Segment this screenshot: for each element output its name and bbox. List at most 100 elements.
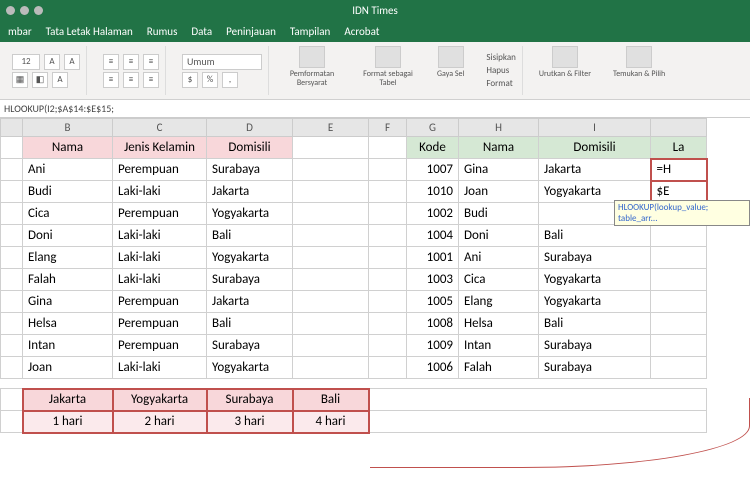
cell[interactable] (293, 159, 369, 181)
align-top-button[interactable]: ≡ (103, 54, 119, 70)
cell[interactable]: Surabaya (539, 335, 651, 357)
cell[interactable]: Helsa (23, 313, 113, 335)
cell[interactable]: Jakarta (207, 291, 293, 313)
max-dot[interactable] (34, 6, 43, 15)
col-header[interactable]: D (207, 119, 293, 137)
cell[interactable]: Falah (459, 357, 539, 379)
percent-button[interactable]: % (202, 72, 218, 88)
menu-item[interactable]: mbar (8, 25, 32, 38)
right-header-dom[interactable]: Domisili (539, 137, 651, 159)
cell[interactable]: Gina (23, 291, 113, 313)
cell[interactable]: Elang (459, 291, 539, 313)
cell[interactable] (1, 269, 23, 291)
cell[interactable]: Cica (23, 203, 113, 225)
col-header[interactable]: H (459, 119, 539, 137)
cell[interactable]: Doni (459, 225, 539, 247)
align-mid-button[interactable]: ≡ (123, 54, 139, 70)
cell[interactable] (1, 203, 23, 225)
col-header[interactable] (651, 119, 707, 137)
cell[interactable] (369, 357, 407, 379)
cell[interactable] (1, 335, 23, 357)
number-format-select[interactable]: Umum (182, 54, 262, 70)
fill-color-button[interactable]: ◧ (32, 72, 48, 88)
cell[interactable] (651, 247, 707, 269)
ribbon-cell-style[interactable]: Gaya Sel (431, 46, 470, 79)
cell[interactable] (369, 159, 407, 181)
cell[interactable] (369, 291, 407, 313)
align-left-button[interactable]: ≡ (103, 72, 119, 88)
cell[interactable]: Laki-laki (113, 247, 207, 269)
menu-item[interactable]: Tampilan (290, 25, 330, 38)
right-header-lama[interactable]: La (651, 137, 707, 159)
menu-item[interactable]: Acrobat (344, 25, 379, 38)
cell[interactable]: Perempuan (113, 313, 207, 335)
cell[interactable]: Jakarta (539, 159, 651, 181)
cell[interactable]: Elang (23, 247, 113, 269)
cell[interactable]: Joan (459, 181, 539, 203)
cell[interactable] (651, 291, 707, 313)
lookup-value[interactable]: 1 hari (23, 411, 113, 433)
cell[interactable] (293, 203, 369, 225)
cell[interactable]: Bali (207, 313, 293, 335)
col-header[interactable]: G (407, 119, 459, 137)
cell[interactable] (293, 181, 369, 203)
lookup-header[interactable]: Jakarta (23, 389, 113, 411)
cell[interactable]: Budi (459, 203, 539, 225)
cell[interactable] (369, 181, 407, 203)
cell[interactable] (1, 357, 23, 379)
align-bot-button[interactable]: ≡ (143, 54, 159, 70)
align-center-button[interactable]: ≡ (123, 72, 139, 88)
cell[interactable]: Laki-laki (113, 225, 207, 247)
left-header-jk[interactable]: Jenis Kelamin (113, 137, 207, 159)
cell[interactable]: Laki-laki (113, 357, 207, 379)
lookup-header[interactable]: Surabaya (207, 389, 293, 411)
cell[interactable]: Yogyakarta (207, 247, 293, 269)
ribbon-find[interactable]: Temukan & Pilih (607, 46, 671, 79)
currency-button[interactable]: $ (182, 72, 198, 88)
lookup-header[interactable]: Yogyakarta (113, 389, 207, 411)
cell[interactable]: Perempuan (113, 335, 207, 357)
cell[interactable]: Surabaya (207, 335, 293, 357)
close-dot[interactable] (6, 6, 15, 15)
cell[interactable]: Joan (23, 357, 113, 379)
cell[interactable]: Yogyakarta (539, 291, 651, 313)
cell[interactable]: Surabaya (539, 247, 651, 269)
cell[interactable] (651, 313, 707, 335)
lookup-value[interactable]: 4 hari (293, 411, 369, 433)
cell[interactable]: Bali (539, 225, 651, 247)
cell[interactable]: 1004 (407, 225, 459, 247)
cell[interactable] (293, 335, 369, 357)
cell[interactable]: =H (651, 159, 707, 181)
cell[interactable]: Perempuan (113, 203, 207, 225)
cell[interactable]: Bali (207, 225, 293, 247)
ribbon-table-format[interactable]: Format sebagai Tabel (355, 46, 421, 88)
cell[interactable]: Yogyakarta (539, 269, 651, 291)
col-header[interactable]: B (23, 119, 113, 137)
lookup-header[interactable]: Bali (293, 389, 369, 411)
font-size-input[interactable]: 12 (12, 54, 40, 70)
align-right-button[interactable]: ≡ (143, 72, 159, 88)
cell[interactable]: Ani (23, 159, 113, 181)
cell[interactable] (1, 291, 23, 313)
cell[interactable]: Surabaya (539, 357, 651, 379)
col-header[interactable]: E (293, 119, 369, 137)
comma-button[interactable]: , (222, 72, 238, 88)
cell[interactable]: Perempuan (113, 159, 207, 181)
cell[interactable]: 1002 (407, 203, 459, 225)
cell[interactable] (369, 269, 407, 291)
min-dot[interactable] (20, 6, 29, 15)
cell[interactable]: Perempuan (113, 291, 207, 313)
cell[interactable]: 1005 (407, 291, 459, 313)
menu-item[interactable]: Rumus (147, 25, 178, 38)
col-header[interactable]: F (369, 119, 407, 137)
cell[interactable] (293, 313, 369, 335)
cell[interactable] (651, 357, 707, 379)
left-header-dom[interactable]: Domisili (207, 137, 293, 159)
spreadsheet-grid[interactable]: B C D E F G H I Nama Jenis Kelamin Domis… (0, 118, 750, 500)
cell[interactable] (1, 181, 23, 203)
cell[interactable] (293, 225, 369, 247)
col-header[interactable] (1, 119, 23, 137)
cell[interactable] (369, 313, 407, 335)
cell[interactable]: Laki-laki (113, 181, 207, 203)
cell[interactable] (369, 335, 407, 357)
